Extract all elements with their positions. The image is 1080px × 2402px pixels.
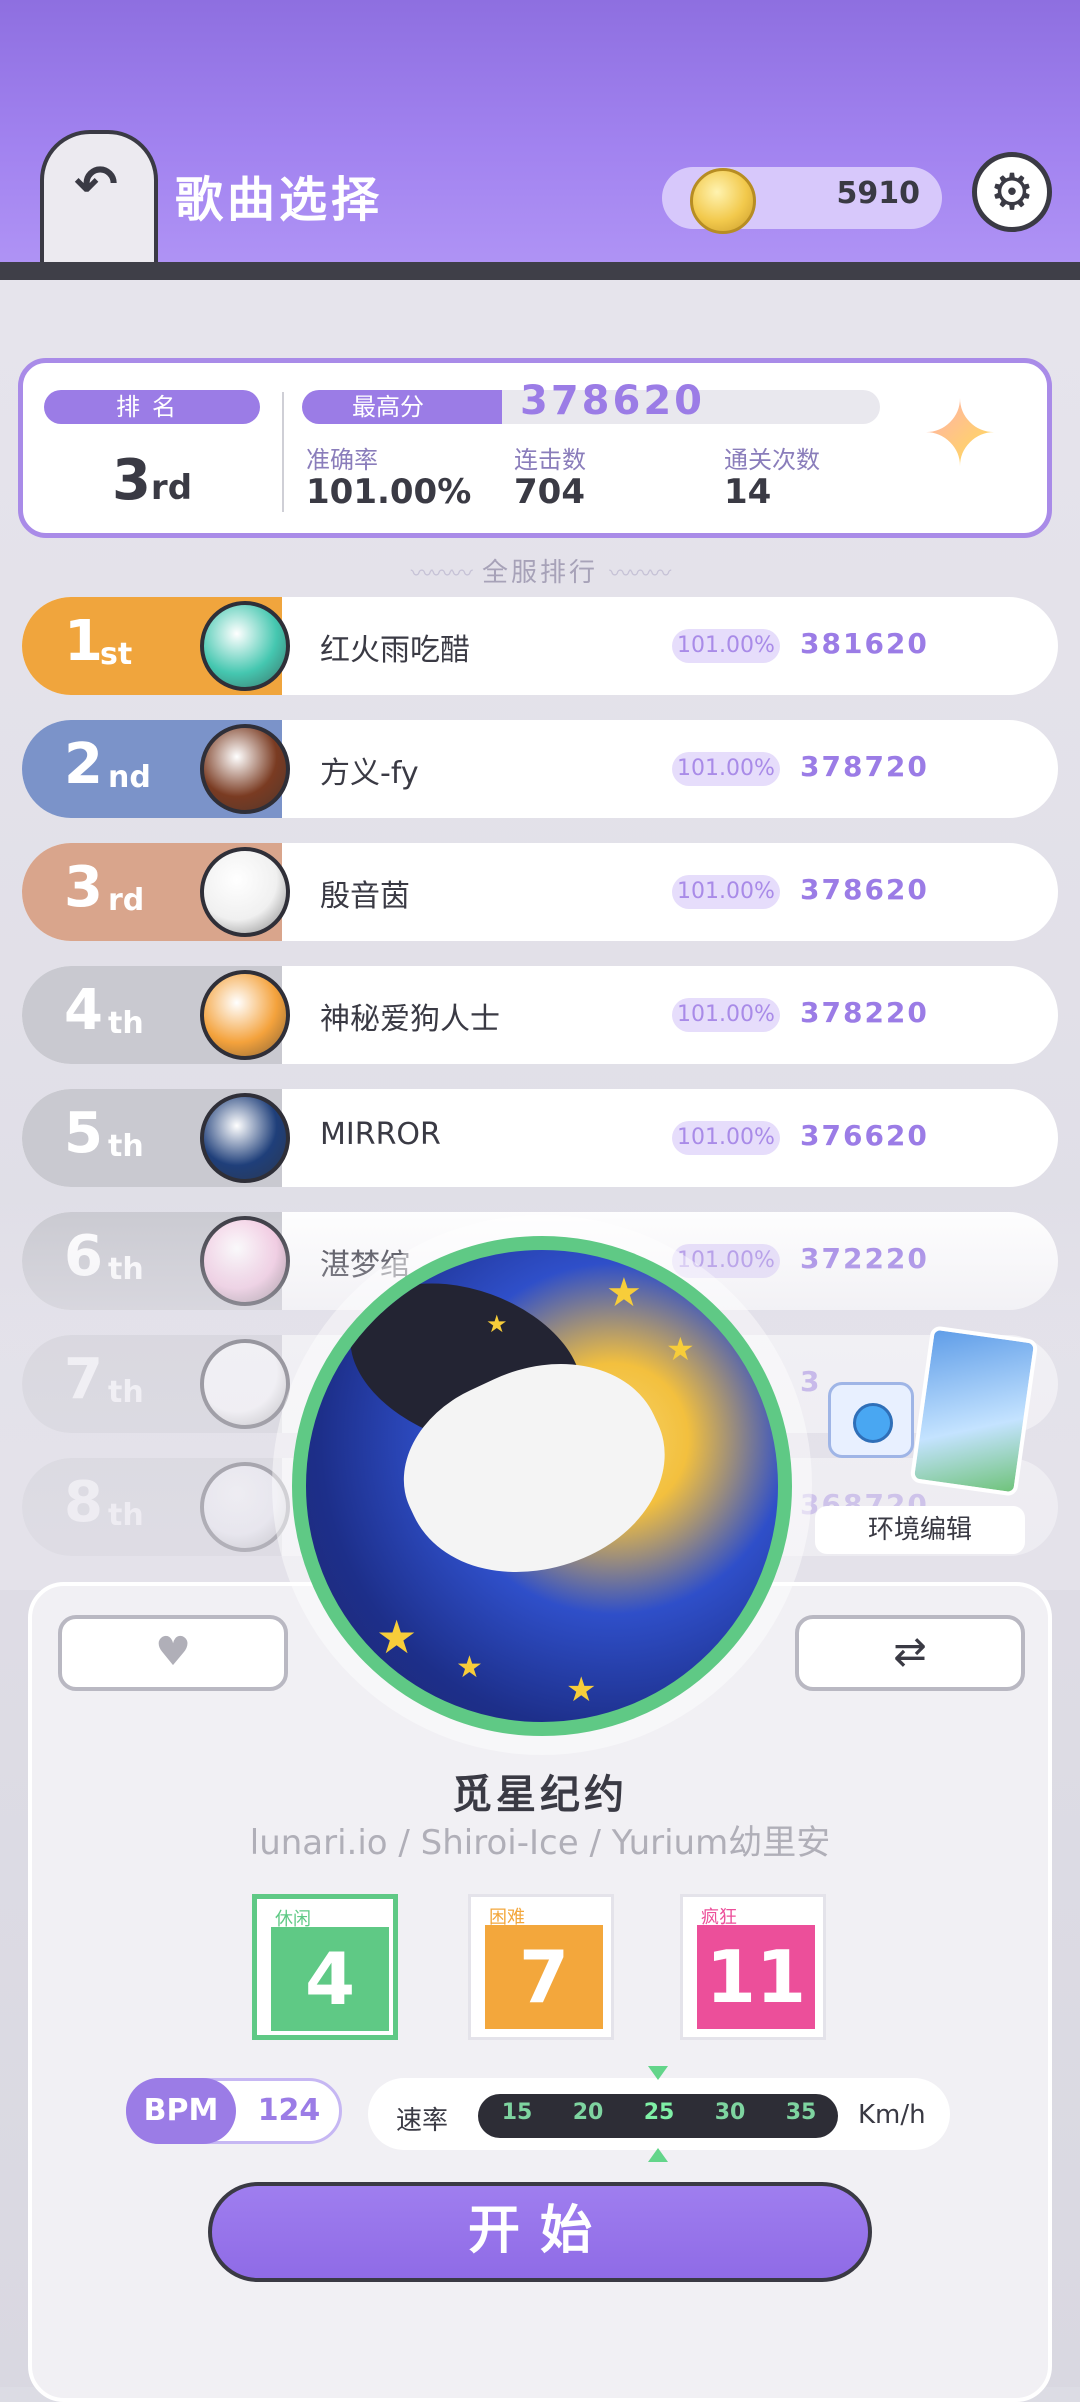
speed-unit: Km/h	[858, 2100, 926, 2130]
speed-tick[interactable]: 35	[776, 2100, 826, 2125]
speed-tick[interactable]: 25	[634, 2100, 684, 2125]
rank-position-suffix: st	[100, 637, 133, 672]
player-name: 方义-fy	[320, 756, 419, 791]
difficulty-card[interactable]: 休闲 4	[252, 1894, 398, 2040]
player-avatar	[200, 601, 290, 691]
player-score: 381620	[800, 627, 929, 660]
rank-position-suffix: th	[108, 1006, 144, 1041]
clears-value: 14	[724, 472, 772, 512]
shuffle-icon: ⇄	[893, 1629, 927, 1675]
player-score: 378620	[800, 873, 929, 906]
heart-icon: ♥	[155, 1629, 191, 1675]
player-accuracy: 101.00%	[672, 629, 780, 663]
rank-position-suffix: th	[108, 1129, 144, 1164]
rank-position-number: 2	[64, 732, 103, 797]
bpm-value: 124	[257, 2093, 321, 2128]
player-avatar	[200, 970, 290, 1060]
player-score: 376620	[800, 1119, 929, 1152]
player-avatar	[200, 847, 290, 937]
coin-count: 5910	[836, 176, 921, 211]
favorite-button[interactable]: ♥	[58, 1615, 288, 1691]
player-score: 378220	[800, 996, 929, 1029]
star-icon: ★	[486, 1310, 508, 1338]
player-name: MIRROR	[320, 1117, 441, 1152]
panel-divider	[282, 392, 284, 512]
song-title: 觅星纪约	[452, 1772, 628, 1818]
combo-value: 704	[514, 472, 585, 512]
wave-decoration-left: 〰〰〰	[410, 562, 473, 587]
difficulty-card[interactable]: 疯狂 11	[680, 1894, 826, 2040]
wave-decoration-right: 〰〰〰	[609, 562, 671, 587]
rank-suffix: rd	[150, 468, 193, 508]
rank-position-suffix: nd	[108, 760, 151, 795]
rank-label: 排名	[44, 390, 260, 424]
star-icon: ★	[376, 1610, 418, 1664]
speed-label: 速率	[396, 2106, 449, 2136]
header	[0, 0, 1080, 272]
player-accuracy: 101.00%	[672, 998, 780, 1032]
player-avatar	[200, 724, 290, 814]
speed-tick[interactable]: 30	[705, 2100, 755, 2125]
highscore-label: 最高分	[302, 390, 502, 424]
player-score: 378720	[800, 750, 929, 783]
shuffle-button[interactable]: ⇄	[795, 1615, 1025, 1691]
difficulty-level: 7	[485, 1925, 603, 2029]
speed-tick[interactable]: 15	[492, 2100, 542, 2125]
rank-position-number: 1	[64, 609, 103, 674]
environment-edit-button[interactable]: 环境编辑	[815, 1506, 1025, 1554]
difficulty-level: 11	[697, 1925, 815, 2029]
robot-icon	[828, 1382, 914, 1458]
rank-value: 3rd	[44, 448, 260, 513]
city-scene-icon	[909, 1325, 1039, 1497]
rank-position-number: 5	[64, 1101, 103, 1166]
song-cover-art[interactable]: ★ ★ ★ ★ ★ ★	[292, 1236, 792, 1736]
rank-position-number: 3	[64, 855, 103, 920]
accuracy-value: 101.00%	[306, 472, 472, 512]
speed-indicator-bottom-icon	[648, 2148, 668, 2162]
clears-label: 通关次数	[724, 446, 820, 474]
speed-indicator-top-icon	[648, 2066, 668, 2080]
star-icon: ★	[456, 1650, 483, 1685]
player-name: 殷音茵	[320, 879, 410, 914]
player-accuracy: 101.00%	[672, 1121, 780, 1155]
page-title: 歌曲选择	[175, 172, 384, 228]
song-artist: lunari.io / Shiroi-Ice / Yurium幼里安	[249, 1823, 831, 1863]
bpm-label: BPM	[126, 2078, 236, 2144]
speed-tick[interactable]: 20	[563, 2100, 613, 2125]
gear-icon[interactable]: ⚙	[972, 152, 1052, 232]
rank-number: 3	[111, 448, 151, 513]
start-button[interactable]: 开始	[208, 2182, 872, 2282]
accuracy-label: 准确率	[306, 446, 378, 474]
player-name: 神秘爱狗人士	[320, 1002, 500, 1037]
server-rank-label: 全服排行	[481, 558, 598, 588]
star-icon: ★	[666, 1330, 695, 1368]
player-accuracy: 101.00%	[672, 875, 780, 909]
server-rank-heading: 〰〰〰 全服排行 〰〰〰	[0, 552, 1080, 589]
highscore-value: 378620	[520, 378, 705, 424]
combo-label: 连击数	[514, 446, 586, 474]
back-arrow-icon[interactable]: ↶	[66, 159, 126, 211]
difficulty-level: 4	[271, 1927, 389, 2031]
rank-position-number: 4	[64, 978, 103, 1043]
environment-thumbnail[interactable]	[820, 1325, 1039, 1502]
player-accuracy: 101.00%	[672, 752, 780, 786]
header-divider	[0, 262, 1080, 280]
rank-position-suffix: rd	[108, 883, 145, 918]
difficulty-card[interactable]: 困难 7	[468, 1894, 614, 2040]
star-icon: ★	[606, 1270, 642, 1316]
coin-icon	[690, 168, 756, 234]
player-avatar	[200, 1093, 290, 1183]
rank-badge-icon: ✦	[900, 370, 1020, 510]
star-icon: ★	[566, 1670, 597, 1710]
player-name: 红火雨吃醋	[320, 633, 470, 668]
